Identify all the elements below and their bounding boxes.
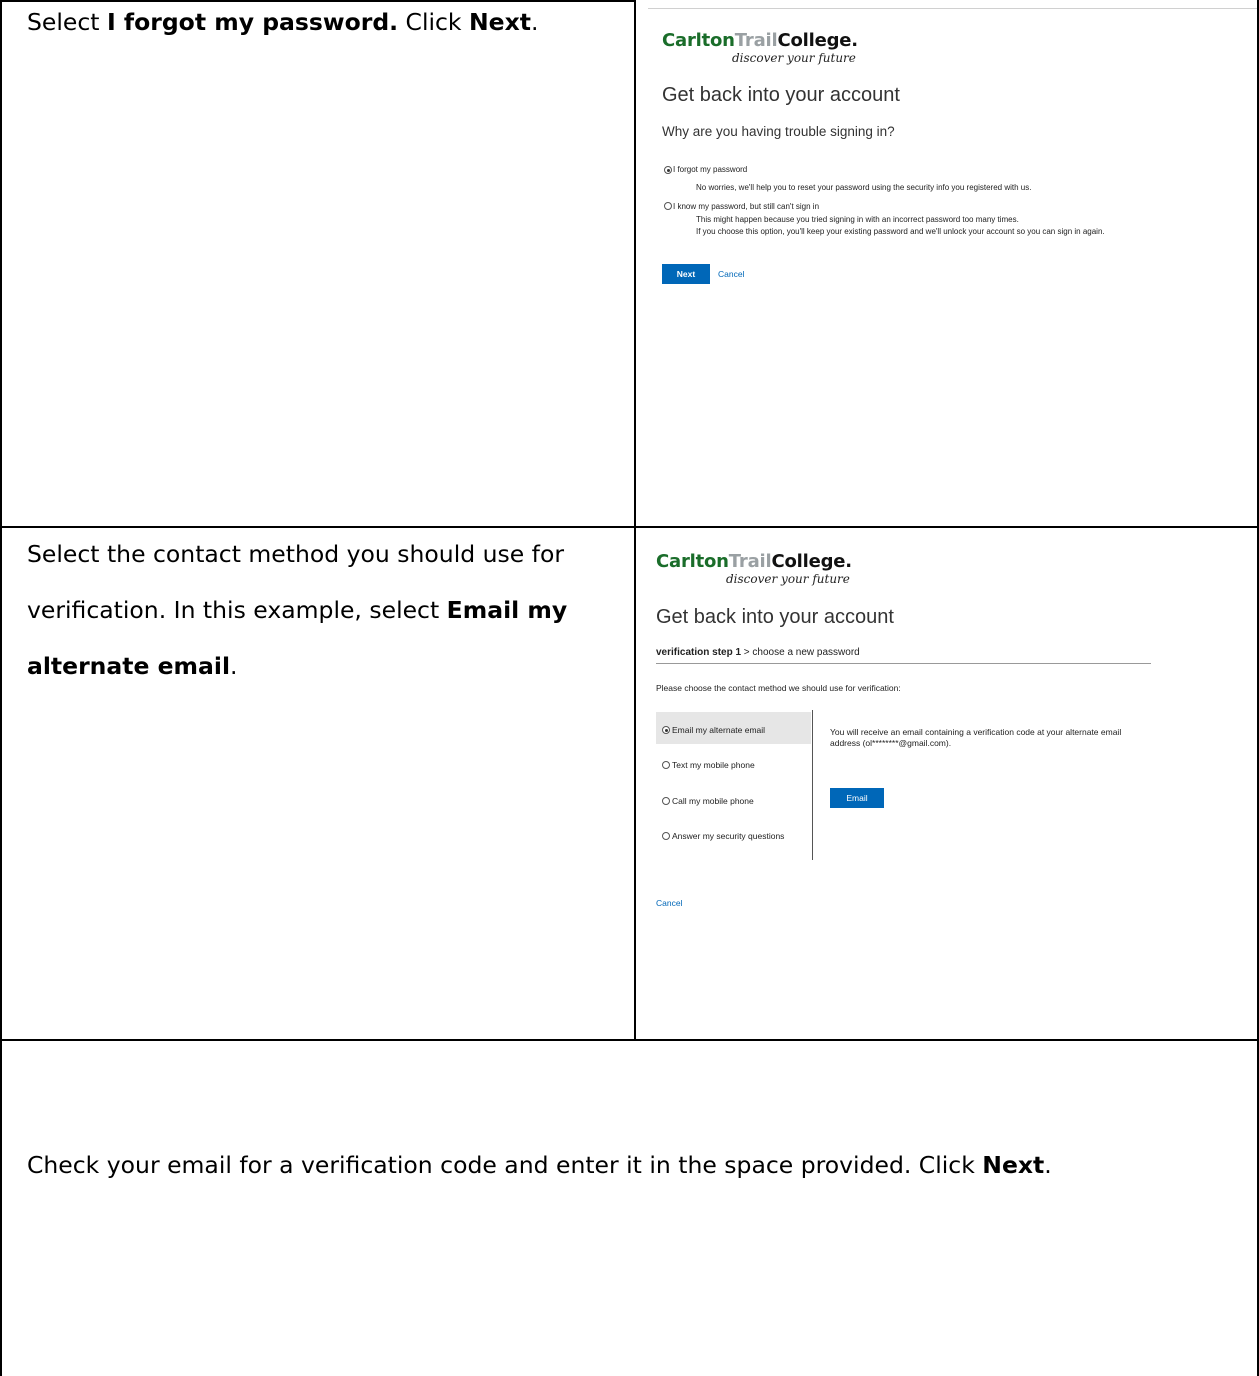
page-subtitle: Why are you having trouble signing in? bbox=[662, 124, 895, 139]
know-password-radio[interactable] bbox=[664, 202, 672, 210]
page-title: Get back into your account bbox=[656, 606, 894, 628]
cancel-link[interactable]: Cancel bbox=[656, 898, 682, 908]
current-step: verification step 1 bbox=[656, 647, 742, 658]
method-prompt: Please choose the contact method we shou… bbox=[656, 683, 901, 693]
know-password-description-2: If you choose this option, you'll keep y… bbox=[696, 227, 1105, 236]
email-method-radio[interactable] bbox=[662, 726, 670, 734]
row2-instruction-line2: verification. In this example, select Em… bbox=[27, 596, 568, 624]
forgot-password-label[interactable]: I forgot my password bbox=[673, 165, 747, 174]
cancel-link[interactable]: Cancel bbox=[718, 269, 744, 279]
know-password-description-1: This might happen because you tried sign… bbox=[696, 215, 1019, 224]
row1-instruction: Select I forgot my password. Click Next. bbox=[27, 8, 539, 36]
email-detail-line1: You will receive an email containing a v… bbox=[830, 727, 1122, 737]
row2-instruction-line3: alternate email. bbox=[27, 652, 238, 680]
text-method-radio[interactable] bbox=[662, 761, 670, 769]
college-logo: CarltonTrailCollege. discover your futur… bbox=[656, 551, 852, 586]
college-logo: CarltonTrailCollege. discover your futur… bbox=[662, 30, 858, 65]
text-method-label[interactable]: Text my mobile phone bbox=[672, 760, 755, 770]
method-list-divider bbox=[812, 710, 813, 860]
page-title: Get back into your account bbox=[662, 84, 900, 106]
security-questions-radio[interactable] bbox=[662, 832, 670, 840]
call-method-radio[interactable] bbox=[662, 797, 670, 805]
progress-breadcrumb: verification step 1 > choose a new passw… bbox=[656, 647, 860, 658]
row3-instruction: Check your email for a verification code… bbox=[27, 1151, 1052, 1179]
email-detail-line2: address (ol********@gmail.com). bbox=[830, 738, 952, 748]
call-method-label[interactable]: Call my mobile phone bbox=[672, 796, 754, 806]
table-border-top bbox=[0, 0, 636, 2]
forgot-password-radio[interactable] bbox=[664, 166, 672, 174]
breadcrumb-underline bbox=[656, 663, 1151, 664]
forgot-password-description: No worries, we'll help you to reset your… bbox=[696, 183, 1032, 192]
table-border-left bbox=[0, 0, 2, 1376]
next-button[interactable]: Next bbox=[662, 264, 710, 284]
screenshot-verification-step: CarltonTrailCollege. discover your futur… bbox=[636, 528, 1257, 1038]
row2-instruction-line1: Select the contact method you should use… bbox=[27, 540, 564, 568]
instruction-table: Select I forgot my password. Click Next.… bbox=[0, 0, 1259, 1376]
table-divider-row2 bbox=[0, 1039, 1259, 1041]
email-method-label[interactable]: Email my alternate email bbox=[672, 725, 765, 735]
next-step: > choose a new password bbox=[741, 647, 860, 658]
screenshot-top-edge bbox=[648, 8, 1257, 9]
know-password-label[interactable]: I know my password, but still can't sign… bbox=[673, 202, 819, 211]
email-button[interactable]: Email bbox=[830, 788, 884, 808]
security-questions-label[interactable]: Answer my security questions bbox=[672, 831, 784, 841]
screenshot-trouble-signing-in: CarltonTrailCollege. discover your futur… bbox=[636, 2, 1257, 526]
